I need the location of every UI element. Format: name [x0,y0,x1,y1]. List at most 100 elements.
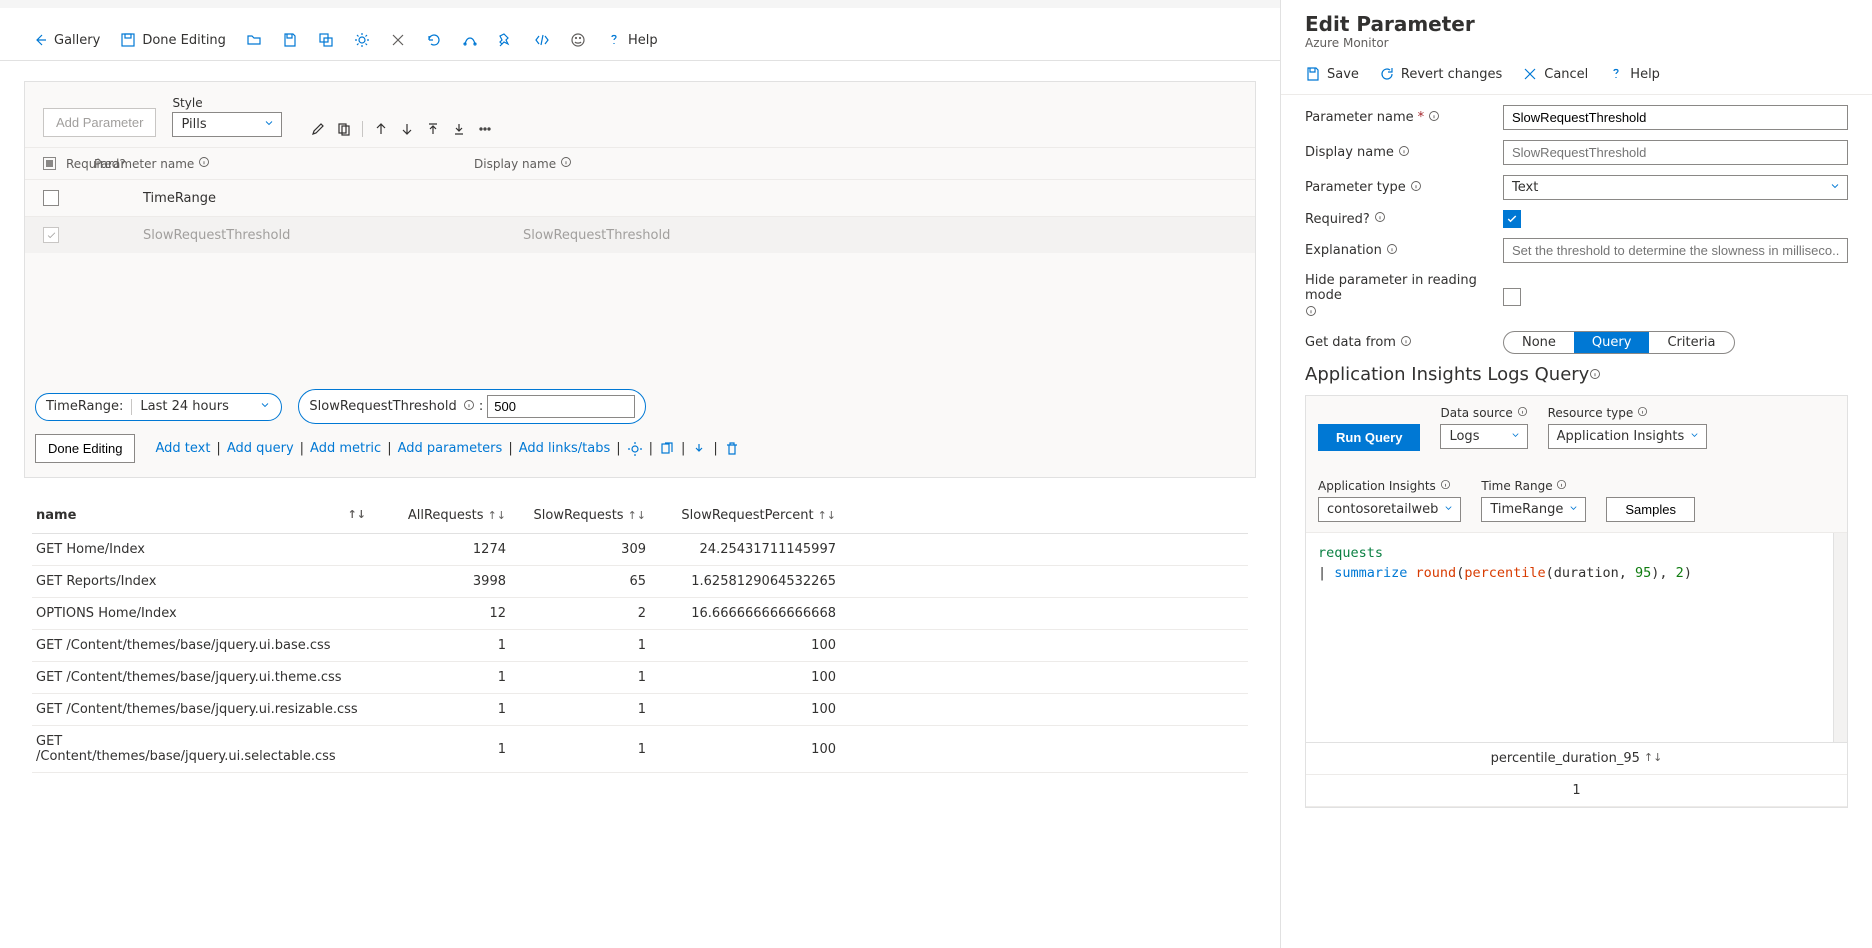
cell-pct: 100 [646,670,836,685]
table-row[interactable]: GET /Content/themes/base/jquery.ui.resiz… [32,694,1248,726]
param-type-select[interactable]: Text [1503,175,1848,200]
lbl-get-data: Get data from [1305,335,1396,350]
arrow-up-icon[interactable] [373,121,389,137]
revert-button[interactable]: Revert changes [1379,64,1502,84]
refresh-icon-btn[interactable] [418,26,450,54]
lbl-required: Required? [1305,212,1370,227]
arrow-up-bar-icon[interactable] [425,121,441,137]
timerange-q-select[interactable]: TimeRange [1481,497,1586,522]
col-name[interactable]: name↑↓ [36,508,366,523]
save-button[interactable]: Save [1305,64,1359,84]
duplicate-icon[interactable] [336,121,352,137]
arc-icon-btn[interactable] [454,26,486,54]
trash-icon[interactable] [724,441,740,457]
table-row[interactable]: GET Reports/Index3998651.625812906453226… [32,566,1248,598]
datasource-select[interactable]: Logs [1440,424,1527,449]
table-row[interactable]: GET Home/Index127430924.25431711145997 [32,534,1248,566]
arc-icon [462,32,478,48]
appinsights-select[interactable]: contosoretailweb [1318,497,1461,522]
copy-stack-icon [318,32,334,48]
question-icon [606,32,622,48]
scrollbar[interactable] [1833,533,1847,742]
close-icon-btn[interactable] [382,26,414,54]
seg-criteria[interactable]: Criteria [1649,332,1733,353]
timerange-pill[interactable]: TimeRange: Last 24 hours [35,393,282,421]
explanation-input[interactable] [1503,238,1848,263]
select-all-checkbox[interactable] [43,157,56,170]
table-row[interactable]: GET /Content/themes/base/jquery.ui.theme… [32,662,1248,694]
smiley-icon [570,32,586,48]
cell-pct: 1.6258129064532265 [646,574,836,589]
lbl-param-name: Parameter name [1305,110,1414,125]
col-slowpercent[interactable]: SlowRequestPercent↑↓ [646,508,836,523]
info-icon [198,157,210,171]
col-slowrequests[interactable]: SlowRequests↑↓ [506,508,646,523]
query-result: percentile_duration_95↑↓ 1 [1306,742,1847,807]
code-icon [534,32,550,48]
table-row[interactable]: OPTIONS Home/Index12216.666666666666668 [32,598,1248,630]
main-toolbar: Gallery Done Editing Help [0,20,1280,61]
slowthreshold-input[interactable] [487,395,635,418]
add-text-link[interactable]: Add text [155,441,210,456]
copy-small-icon[interactable] [659,441,675,457]
floppy-icon [1305,66,1321,82]
arrow-left-icon [32,32,48,48]
download-icon[interactable] [451,121,467,137]
checkbox[interactable] [43,190,59,206]
query-block: Run Query Data source Logs Resource type… [1305,395,1848,808]
seg-none[interactable]: None [1504,332,1574,353]
hide-checkbox[interactable] [1503,288,1521,306]
param-row[interactable]: SlowRequestThreshold SlowRequestThreshol… [25,216,1255,253]
edit-icon[interactable] [310,121,326,137]
cancel-button[interactable]: Cancel [1522,64,1588,84]
col-allrequests[interactable]: AllRequests↑↓ [366,508,506,523]
samples-button[interactable]: Samples [1606,497,1695,522]
table-row[interactable]: GET /Content/themes/base/jquery.ui.base.… [32,630,1248,662]
add-links-link[interactable]: Add links/tabs [519,441,611,456]
feedback-icon-btn[interactable] [562,26,594,54]
run-query-button[interactable]: Run Query [1318,424,1420,451]
parameter-editor: Add Parameter Style Pills [24,81,1256,478]
restype-select[interactable]: Application Insights [1548,424,1708,449]
cell-name: GET /Content/themes/base/jquery.ui.resiz… [36,702,366,717]
seg-query[interactable]: Query [1574,332,1650,353]
open-icon-btn[interactable] [238,26,270,54]
code-icon-btn[interactable] [526,26,558,54]
settings-icon-btn[interactable] [346,26,378,54]
cell-pct: 24.25431711145997 [646,542,836,557]
revert-icon [1379,66,1395,82]
slowthreshold-pill[interactable]: SlowRequestThreshold : [298,389,646,424]
done-editing-button[interactable]: Done Editing [112,26,234,54]
panel-help-button[interactable]: Help [1608,64,1660,84]
add-query-link[interactable]: Add query [227,441,294,456]
help-button[interactable]: Help [598,26,666,54]
cell-all: 1 [366,702,506,717]
display-name-input[interactable] [1503,140,1848,165]
chevron-down-icon [1443,502,1454,517]
copy-icon-btn[interactable] [310,26,342,54]
checkbox[interactable] [43,227,59,243]
param-name-input[interactable] [1503,105,1848,130]
add-parameter-button[interactable]: Add Parameter [43,108,156,137]
add-metric-link[interactable]: Add metric [310,441,381,456]
cell-all: 1 [366,742,506,757]
down-small-icon[interactable] [691,441,707,457]
pin-icon-btn[interactable] [490,26,522,54]
more-icon[interactable] [477,121,493,137]
timerange-label: TimeRange: [46,399,123,414]
cell-pct: 100 [646,702,836,717]
done-editing-button-2[interactable]: Done Editing [35,434,135,463]
query-editor[interactable]: requests | summarize round(percentile(du… [1306,532,1847,742]
gallery-button[interactable]: Gallery [24,26,108,54]
gear-small-icon[interactable] [627,441,643,457]
style-value: Pills [181,117,206,132]
style-select[interactable]: Pills [172,112,282,137]
param-row[interactable]: TimeRange [25,179,1255,216]
arrow-down-icon[interactable] [399,121,415,137]
info-icon [1428,110,1440,126]
add-parameters-link[interactable]: Add parameters [398,441,503,456]
refresh-icon [426,32,442,48]
required-checkbox[interactable] [1503,210,1521,228]
save-icon-btn[interactable] [274,26,306,54]
table-row[interactable]: GET /Content/themes/base/jquery.ui.selec… [32,726,1248,773]
